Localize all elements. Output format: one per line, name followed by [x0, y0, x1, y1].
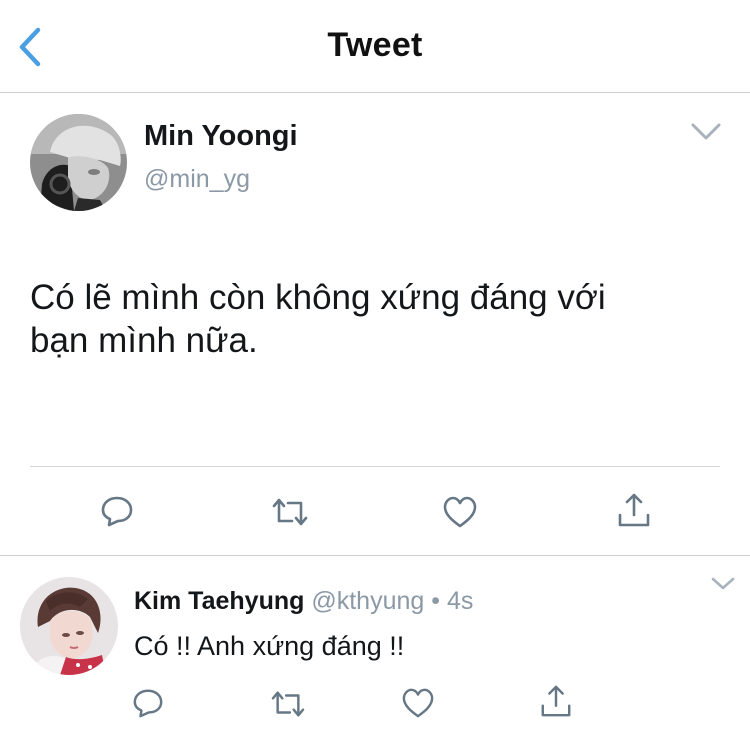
retweet-icon: [272, 498, 308, 526]
share-button[interactable]: [536, 681, 576, 721]
tweet-text: Có lẽ mình còn không xứng đáng với bạn m…: [30, 276, 720, 362]
avatar[interactable]: [30, 114, 127, 211]
divider: [30, 466, 720, 467]
reply-header: Kim Taehyung @kthyung • 4s: [134, 587, 473, 616]
separator-dot: •: [431, 587, 441, 615]
tweet-options-button[interactable]: [690, 122, 722, 142]
avatar[interactable]: [20, 577, 118, 675]
author-handle[interactable]: @min_yg: [144, 165, 250, 194]
top-nav-bar: Tweet: [0, 0, 750, 93]
divider: [0, 555, 750, 556]
reply-text: Có !! Anh xứng đáng !!: [134, 631, 405, 661]
reply-author-name[interactable]: Kim Taehyung: [134, 587, 304, 615]
profile-photo: [30, 114, 127, 211]
reply-options-button[interactable]: [710, 576, 736, 592]
retweet-icon: [271, 691, 305, 717]
author-name[interactable]: Min Yoongi: [144, 120, 298, 153]
tweet-text-line: Có lẽ mình còn không xứng đáng với: [30, 278, 606, 317]
reply-icon: [133, 689, 163, 718]
retweet-button[interactable]: [268, 684, 308, 724]
heart-icon: [402, 688, 434, 718]
reply-author-handle[interactable]: @kthyung: [311, 587, 424, 615]
reply-button[interactable]: [128, 683, 168, 723]
chevron-down-icon: [691, 123, 721, 140]
reply-timestamp: 4s: [446, 587, 474, 615]
share-button[interactable]: [614, 490, 654, 530]
share-icon: [541, 685, 571, 717]
reply-button[interactable]: [97, 491, 137, 531]
reply-icon: [101, 496, 133, 527]
tweet-text-line: bạn mình nữa.: [30, 321, 258, 360]
profile-photo: [20, 577, 118, 675]
chevron-down-icon: [711, 577, 735, 590]
page-title: Tweet: [327, 26, 423, 64]
heart-icon: [443, 496, 477, 528]
like-button[interactable]: [398, 683, 438, 723]
like-button[interactable]: [440, 492, 480, 532]
retweet-button[interactable]: [270, 492, 310, 532]
share-icon: [618, 493, 650, 527]
